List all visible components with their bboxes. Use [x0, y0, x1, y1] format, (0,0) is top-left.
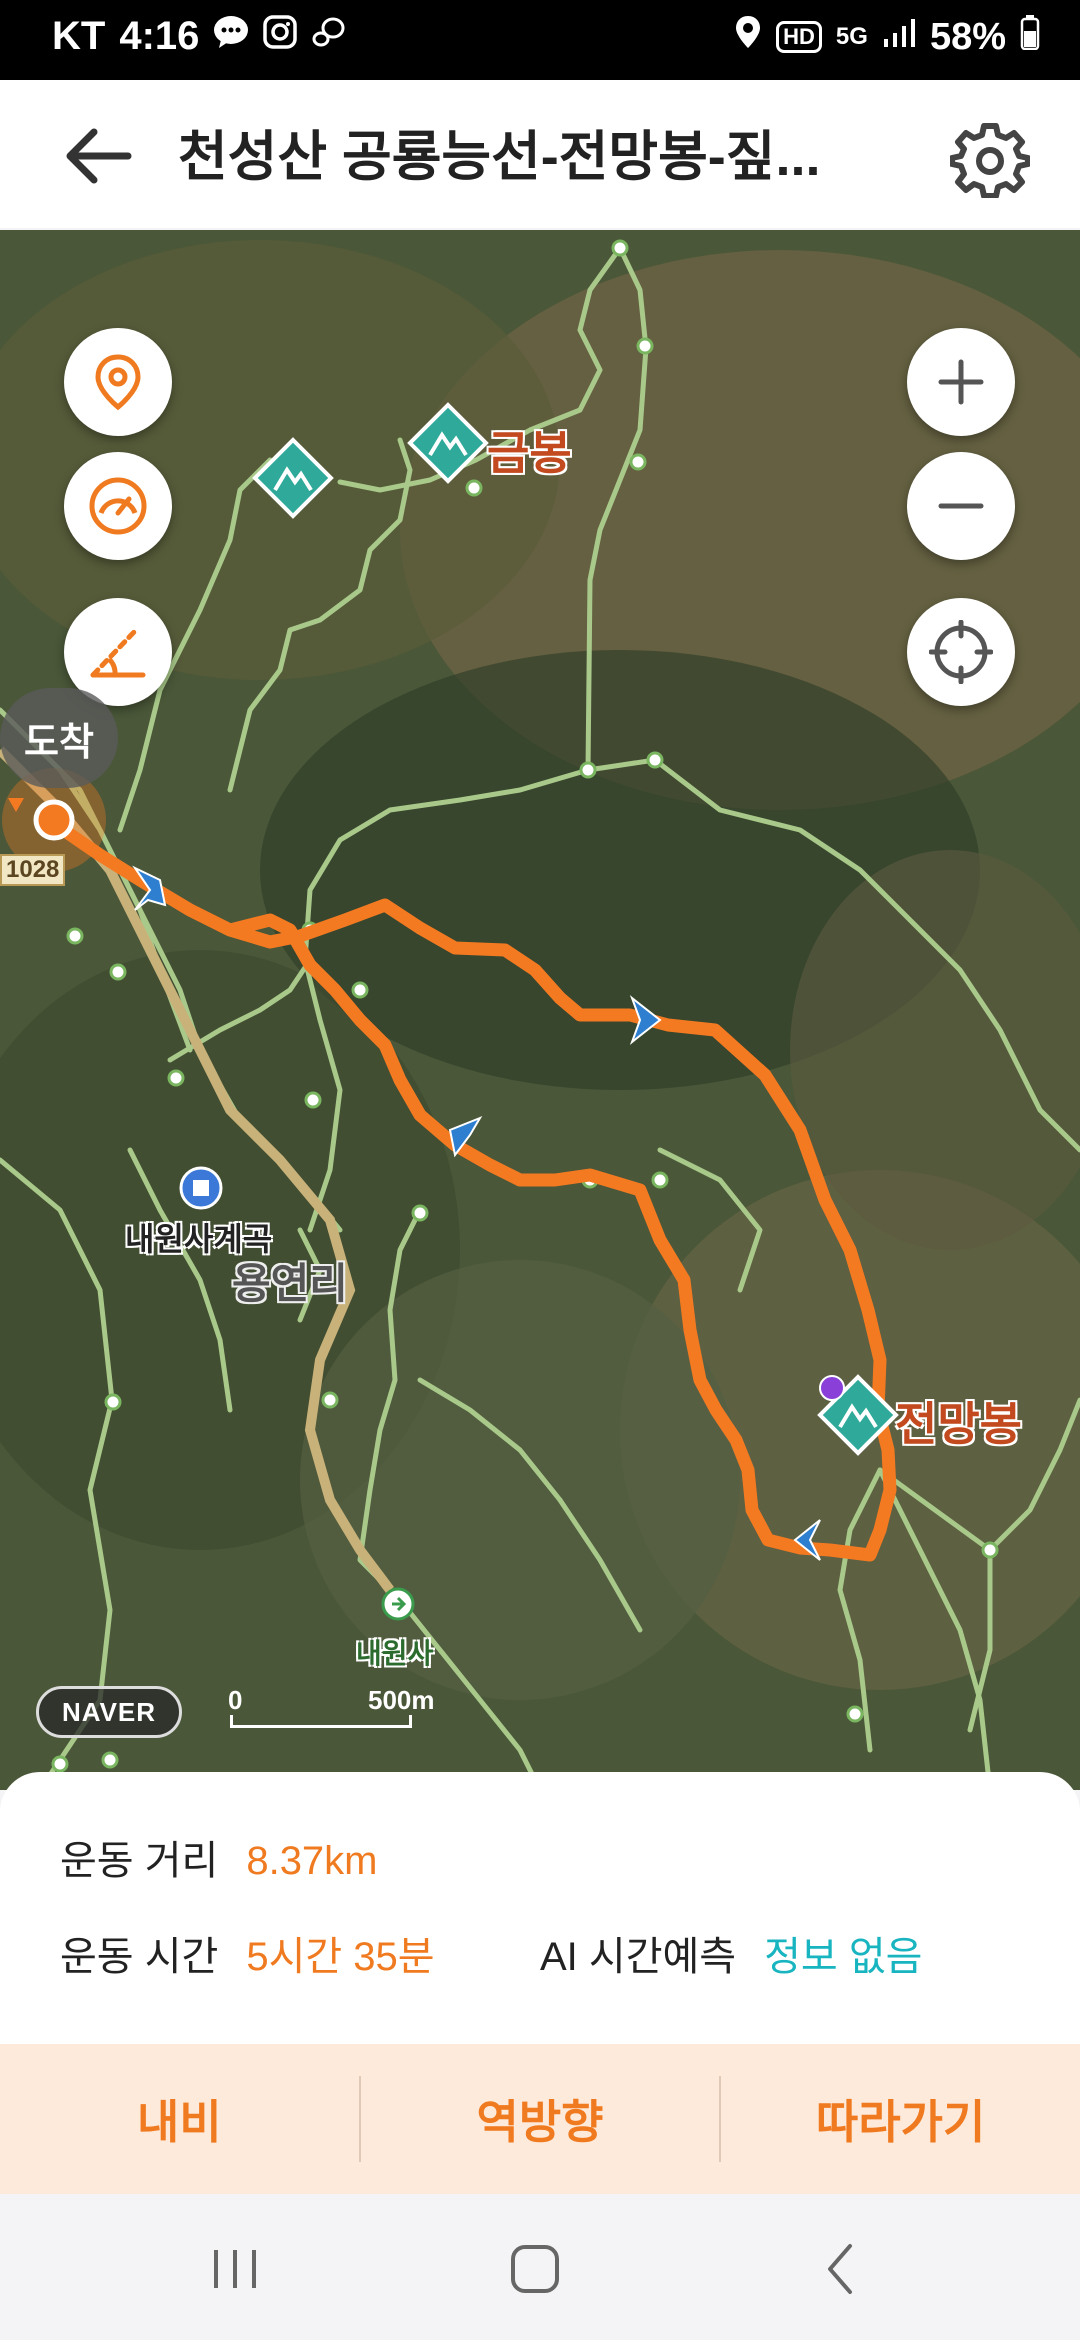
- crosshair-icon: [929, 620, 993, 684]
- time-value: 5시간 35분: [246, 1935, 435, 1979]
- stats-panel: 운동 거리 8.37km 운동 시간 5시간 35분 AI 시간예측 정보 없음: [0, 1772, 1080, 2044]
- signal-icon: [882, 16, 916, 59]
- place-label-village: 용연리: [232, 1260, 348, 1307]
- navi-button[interactable]: 내비: [0, 2044, 359, 2194]
- carrier: KT: [52, 14, 106, 58]
- system-back-button[interactable]: [806, 2234, 876, 2304]
- ai-stat: AI 시간예측 정보 없음: [540, 1924, 922, 1982]
- settings-button[interactable]: [949, 118, 1031, 199]
- time-stat: 운동 시간 5시간 35분: [60, 1924, 435, 1982]
- battery-percent: 58%: [929, 15, 1006, 58]
- battery-icon: [1020, 14, 1040, 60]
- my-location-button[interactable]: [64, 328, 172, 436]
- reverse-button[interactable]: 역방향: [361, 2044, 720, 2194]
- clock: 4:16: [119, 14, 200, 58]
- ai-value: 정보 없음: [764, 1935, 923, 1979]
- recenter-button[interactable]: [907, 598, 1015, 706]
- zoom-in-button[interactable]: [907, 328, 1015, 436]
- map-view[interactable]: 도착 1028 금봉 전망봉 내원사계곡 용연리 내원사 NAVER 0 500…: [0, 230, 1080, 1790]
- home-button[interactable]: [500, 2234, 570, 2304]
- zoom-out-button[interactable]: [907, 452, 1015, 560]
- location-pin-icon: [95, 354, 141, 411]
- arrival-bubble: 도착: [0, 688, 118, 788]
- scale-bar: [230, 1715, 412, 1728]
- elevation-angle-icon: [90, 628, 146, 678]
- system-nav-bar: [0, 2194, 1080, 2340]
- arrival-label: 도착: [24, 721, 94, 764]
- page-title: 천성산 공룡능선-전망봉-짚...: [178, 127, 821, 187]
- location-icon: [734, 14, 762, 60]
- status-right: HD 5G 58%: [734, 14, 1040, 60]
- speed-button[interactable]: [64, 452, 172, 560]
- app-header: 천성산 공룡능선-전망봉-짚...: [0, 80, 1080, 228]
- scale-end: 500m: [368, 1685, 435, 1715]
- distance-stat: 운동 거리 8.37km: [60, 1828, 378, 1886]
- scale-start: 0: [228, 1685, 243, 1715]
- distance-value: 8.37km: [246, 1839, 378, 1883]
- action-bar: 내비 역방향 따라가기: [0, 2044, 1080, 2194]
- footprint-icon: [311, 14, 347, 59]
- follow-button[interactable]: 따라가기: [721, 2044, 1080, 2194]
- place-label-temple: 내원사: [356, 1638, 434, 1669]
- recent-apps-button[interactable]: [200, 2234, 270, 2304]
- chevron-left-icon: [828, 2244, 852, 2294]
- speedometer-icon: [89, 477, 147, 535]
- recent-apps-icon: [214, 2250, 256, 2288]
- plus-icon: [938, 359, 984, 405]
- temple-poi-icon: [381, 1587, 415, 1621]
- road-number-badge: 1028: [0, 854, 66, 886]
- back-arrow-icon: [66, 128, 132, 184]
- place-label-geumbong: 금봉: [487, 427, 572, 479]
- status-left: KT 4:16: [52, 14, 347, 59]
- valley-poi-icon: [179, 1166, 223, 1210]
- hd-badge: HD: [776, 21, 822, 53]
- ai-label: AI 시간예측: [540, 1935, 737, 1979]
- distance-label: 운동 거리: [60, 1839, 219, 1883]
- gear-icon: [949, 123, 1031, 199]
- place-label-jeonmangbong: 전망봉: [895, 1398, 1022, 1450]
- chat-icon: [213, 14, 249, 59]
- network-type: 5G: [835, 23, 868, 50]
- naver-logo: NAVER: [36, 1686, 182, 1738]
- time-label: 운동 시간: [60, 1935, 219, 1979]
- instagram-icon: [263, 14, 298, 59]
- minus-icon: [938, 503, 984, 509]
- status-bar: KT 4:16 HD 5G 58%: [0, 0, 1080, 80]
- back-button[interactable]: [62, 120, 142, 192]
- home-icon: [511, 2245, 559, 2293]
